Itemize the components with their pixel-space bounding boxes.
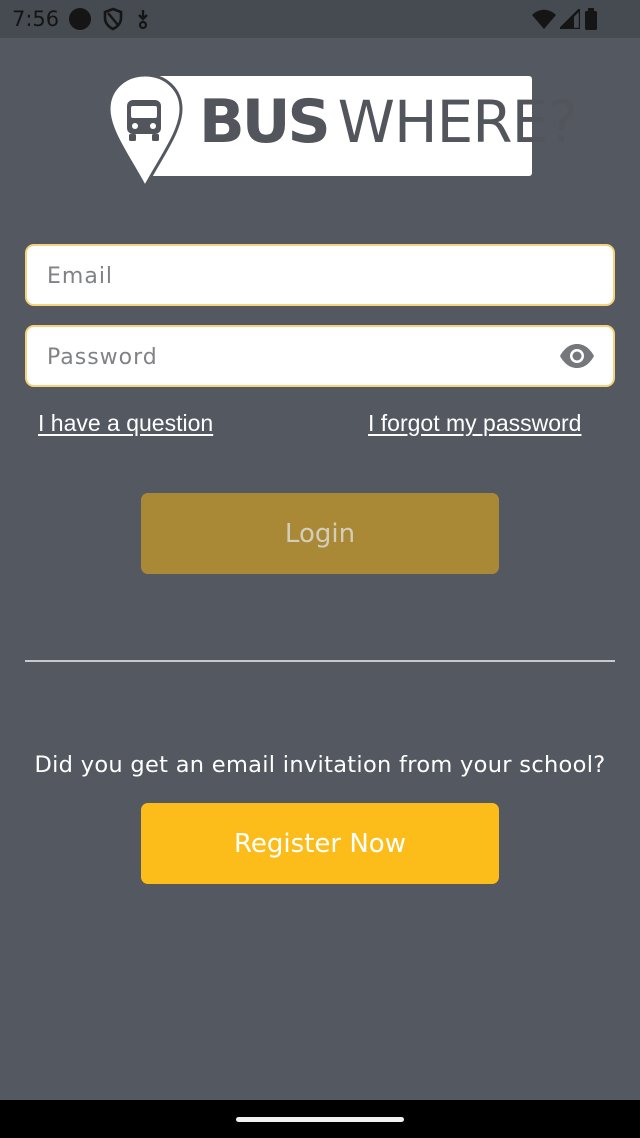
login-button[interactable]: Login	[141, 493, 499, 574]
forgot-password-link[interactable]: I forgot my password	[368, 410, 581, 437]
status-left-icons	[68, 7, 152, 35]
email-field-container	[25, 244, 615, 306]
signal-icon	[557, 6, 582, 33]
register-now-button[interactable]: Register Now	[141, 803, 499, 884]
dot-icon	[68, 7, 92, 35]
eye-icon[interactable]	[559, 344, 595, 372]
divider	[25, 660, 615, 662]
home-gesture-handle[interactable]	[236, 1117, 404, 1122]
shield-icon	[102, 7, 124, 35]
question-link[interactable]: I have a question	[38, 410, 213, 437]
invitation-prompt: Did you get an email invitation from you…	[34, 752, 606, 778]
password-field[interactable]	[45, 327, 549, 387]
status-time: 7:56	[12, 7, 60, 31]
system-nav-bar	[0, 1100, 640, 1138]
battery-icon	[584, 8, 598, 34]
app-logo: BUS WHERE?	[107, 73, 578, 191]
wifi-icon	[532, 9, 556, 33]
password-field-container	[25, 325, 615, 387]
bus-pin-icon	[107, 73, 183, 194]
status-right-icons	[532, 6, 598, 34]
status-bar: 7:56	[0, 0, 640, 38]
email-field[interactable]	[45, 246, 549, 306]
download-icon	[134, 8, 152, 34]
logo-word-where: WHERE?	[337, 88, 578, 156]
logo-word-bus: BUS	[199, 87, 331, 157]
logo-wordmark: BUS WHERE?	[199, 87, 578, 157]
